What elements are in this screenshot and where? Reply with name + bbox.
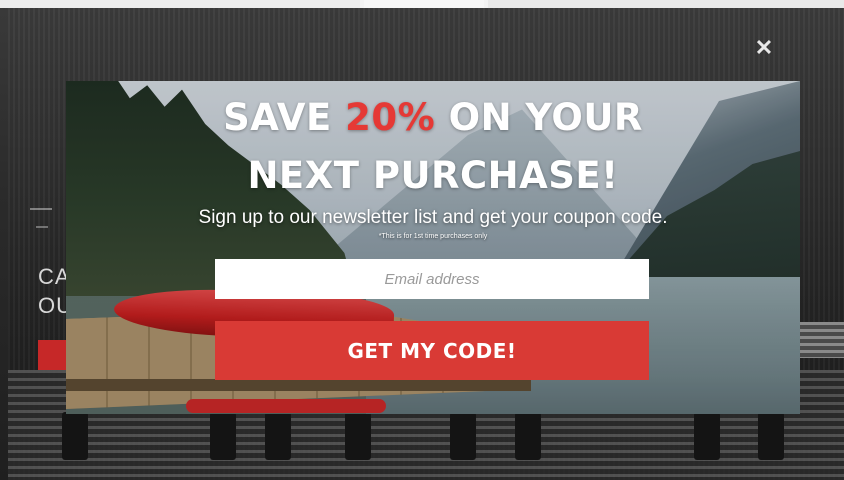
popup-fineprint: *This is for 1st time purchases only — [378, 233, 488, 240]
headline-text: SAVE — [223, 96, 346, 139]
background-button — [38, 340, 66, 370]
headline-text-line2: NEXT PURCHASE! — [247, 154, 619, 197]
newsletter-popup: SAVE 20% ON YOUR NEXT PURCHASE! Sign up … — [66, 81, 800, 414]
close-icon[interactable]: ✕ — [752, 36, 776, 60]
discount-percent: 20% — [345, 96, 436, 139]
get-code-button[interactable]: GET MY CODE! — [215, 321, 649, 380]
popup-headline: SAVE 20% ON YOUR NEXT PURCHASE! — [66, 89, 800, 205]
background-top-bar — [0, 0, 844, 8]
background-dock-edge — [798, 322, 844, 358]
background-divider — [30, 208, 52, 210]
email-field[interactable] — [215, 259, 649, 299]
popup-subtitle: Sign up to our newsletter list and get y… — [198, 207, 668, 228]
background-divider — [36, 226, 48, 228]
headline-text: ON YOUR — [435, 96, 643, 139]
